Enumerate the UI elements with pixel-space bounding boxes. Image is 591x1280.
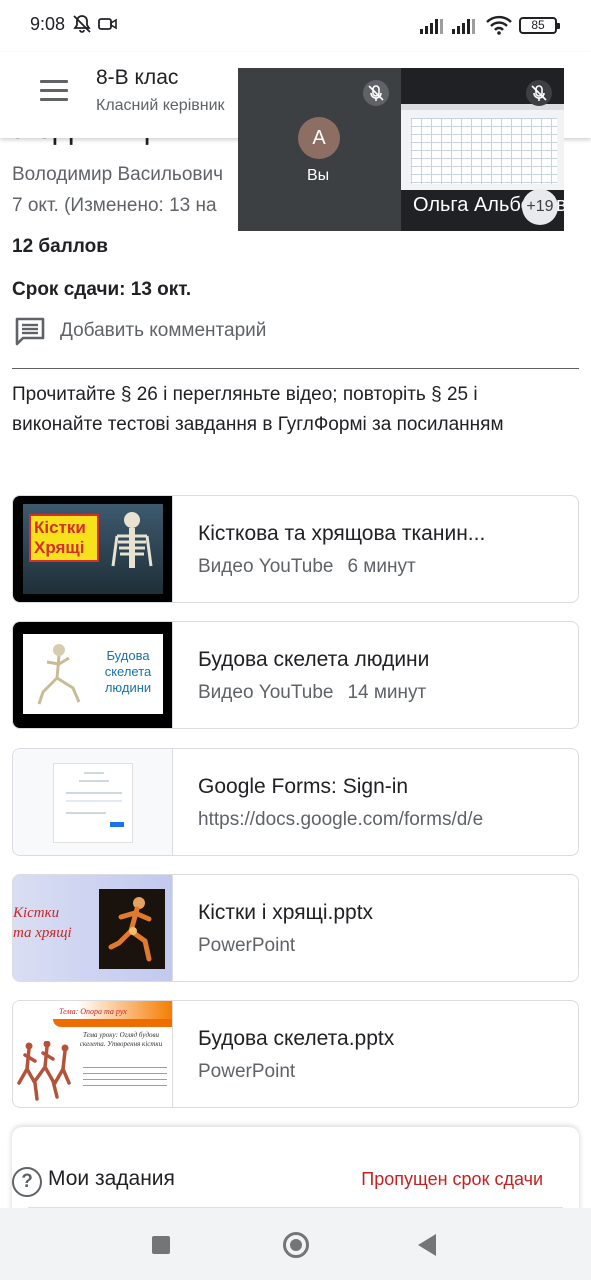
avatar: А: [298, 117, 340, 159]
attachment-type: PowerPoint: [198, 935, 296, 956]
posted-date: 7 окт. (Изменено: 13 на: [12, 195, 217, 216]
points: 12 баллов: [12, 236, 108, 257]
attachment-type-label: Видео YouTube: [198, 682, 334, 703]
video-thumbnail: Кістки Хрящі: [13, 496, 173, 602]
meet-self-tile[interactable]: А Вы: [238, 68, 401, 231]
battery-indicator: 85: [519, 17, 560, 34]
mic-off-icon: [526, 80, 552, 106]
runner-image: [108, 897, 152, 962]
wifi-icon: [486, 15, 512, 35]
attachment-duration: 6 минут: [347, 556, 416, 577]
my-tasks-label: Мои задания: [48, 1167, 175, 1190]
home-icon[interactable]: [283, 1232, 309, 1258]
instructions-text: Прочитайте § 26 і перегляньте відео; пов…: [12, 384, 504, 435]
class-title: 8-В клас: [96, 66, 179, 89]
attachment-card[interactable]: Тема: Опора та рух Тема уроку: Огляд буд…: [12, 1000, 579, 1108]
attachment-card[interactable]: Кістки Хрящі Кісткова та хрящова тканин.…: [12, 495, 579, 603]
self-label: Вы: [307, 167, 330, 184]
divider: [12, 368, 579, 369]
skeleton-image: [37, 644, 81, 705]
attachment-duration: 14 минут: [347, 682, 427, 703]
recents-icon[interactable]: [152, 1236, 170, 1254]
thumb-text: Будова скелета людини: [104, 648, 152, 695]
menu-icon[interactable]: [40, 80, 68, 102]
attachment-type: Видео YouTube 14 минут: [198, 682, 426, 704]
attachment-url: https://docs.google.com/forms/d/e: [198, 809, 484, 830]
system-nav-bar: [0, 1208, 591, 1280]
class-subtitle: Класний керівник: [96, 97, 225, 114]
thumb-text: Хрящі: [34, 538, 85, 557]
runners-image: [17, 1041, 71, 1101]
attachment-type: PowerPoint: [198, 1061, 296, 1082]
signal-icon-2: [452, 18, 475, 34]
status-badge: Пропущен срок сдачи: [361, 1169, 543, 1189]
due-date: Срок сдачи: 13 окт.: [12, 279, 192, 300]
attachment-title: Кісткова та хрящова тканин...: [198, 522, 486, 545]
meet-participant-tile[interactable]: Ольга Альбертівна +19: [401, 68, 564, 231]
signal-icon: [420, 18, 443, 34]
back-icon[interactable]: [418, 1234, 436, 1256]
bell-off-icon: [73, 15, 91, 33]
thumb-text: Кістки: [13, 905, 60, 921]
comment-icon: [15, 317, 45, 346]
thumb-text: та хрящі: [13, 925, 72, 941]
attachment-type: Видео YouTube 6 минут: [198, 556, 416, 578]
thumb-text: Тема уроку: Огляд будови скелета. Утворе…: [79, 1031, 163, 1048]
thumb-text: Тема: Опора та рух: [59, 1007, 127, 1016]
status-time: 9:08: [30, 14, 66, 34]
attachment-title: Google Forms: Sign-in: [198, 775, 409, 798]
attachment-card[interactable]: Google Forms: Sign-in https://docs.googl…: [12, 748, 579, 856]
teacher-name: Володимир Васильович: [12, 164, 224, 185]
attachment-title: Кістки і хрящі.pptx: [198, 901, 374, 924]
link-thumbnail: [13, 749, 173, 855]
thumb-text: Кістки: [34, 518, 86, 537]
attachment-title: Будова скелета.pptx: [198, 1027, 395, 1050]
attachment-card[interactable]: Кістки та хрящі Кістки і хрящі.pptx Powe…: [12, 874, 579, 982]
meet-call-overlay[interactable]: А Вы Ольга Альбертівна +19: [238, 68, 564, 231]
add-comment-label: Добавить комментарий: [60, 320, 267, 341]
shared-screen: [401, 104, 564, 190]
video-thumbnail: Будова скелета людини: [13, 622, 173, 728]
more-participants-badge[interactable]: +19: [522, 189, 558, 225]
presentation-thumbnail: Тема: Опора та рух Тема уроку: Огляд буд…: [13, 1001, 173, 1107]
presentation-thumbnail: Кістки та хрящі: [13, 875, 173, 981]
add-comment-button[interactable]: Добавить комментарий: [14, 316, 266, 346]
status-bar: 9:08 85: [0, 0, 591, 52]
skeleton-image: [111, 512, 153, 568]
attachment-title: Будова скелета людини: [198, 648, 430, 671]
mic-off-icon: [363, 80, 389, 106]
attachment-card[interactable]: Будова скелета людини Будова скелета люд…: [12, 621, 579, 729]
camera-icon: [98, 18, 117, 30]
help-icon[interactable]: ?: [12, 1167, 42, 1197]
attachment-type-label: Видео YouTube: [198, 556, 334, 577]
